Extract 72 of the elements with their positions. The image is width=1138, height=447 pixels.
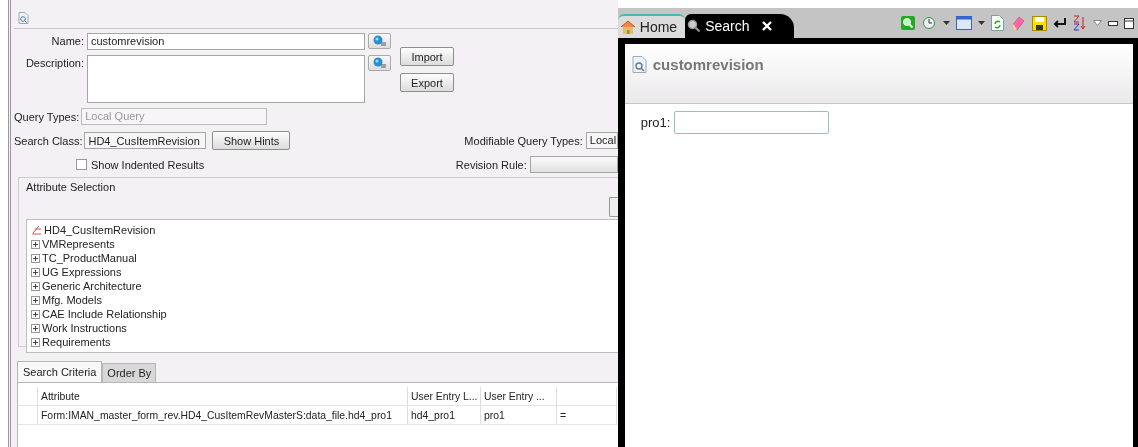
side-button[interactable] <box>608 197 618 217</box>
globe-icon <box>372 57 387 69</box>
tree-item[interactable]: TC_ProductManual <box>42 252 137 264</box>
query-types-label: Query Types: <box>14 110 80 123</box>
tree-item[interactable]: Mfg. Models <box>42 294 102 306</box>
lookup-button[interactable] <box>368 33 391 49</box>
globe-icon <box>372 35 387 47</box>
expand-icon[interactable] <box>31 295 40 305</box>
tree-item[interactable]: Generic Architecture <box>42 280 142 292</box>
tree-item[interactable]: CAE Include Relationship <box>42 308 167 320</box>
expand-icon[interactable] <box>31 337 40 347</box>
view-tab[interactable]: Home <box>617 14 686 38</box>
column-header: User Entry ... <box>481 387 557 405</box>
return-arrow-icon[interactable] <box>1053 17 1067 29</box>
search-class-field[interactable]: HD4_CusItemRevision <box>84 132 207 149</box>
query-icon <box>631 56 647 73</box>
tab[interactable]: Order By <box>102 363 157 382</box>
expand-icon[interactable] <box>31 309 40 319</box>
minimize-icon[interactable] <box>1108 20 1118 26</box>
view-menu-icon[interactable] <box>1093 20 1102 26</box>
maximize-icon[interactable] <box>1124 17 1134 29</box>
expand-icon[interactable] <box>31 267 40 277</box>
search-class-label: Search Class: <box>14 134 83 147</box>
group-title: Attribute Selection <box>26 181 117 193</box>
checkbox[interactable] <box>76 159 87 170</box>
dropdown-icon[interactable] <box>943 21 950 25</box>
tree-item[interactable]: HD4_CusItemRevision <box>44 224 156 236</box>
close-icon <box>761 21 772 31</box>
tab[interactable]: Search Criteria <box>17 361 103 382</box>
lookup-button[interactable] <box>368 55 391 71</box>
column-header: User Entry L... <box>408 387 481 405</box>
description-field[interactable] <box>87 55 365 103</box>
modifiable-query-types-field[interactable]: Local <box>585 132 618 149</box>
export-button[interactable]: Export <box>400 73 454 92</box>
search-icon <box>687 19 702 33</box>
save-icon[interactable] <box>1032 15 1047 31</box>
name-label: Name: <box>50 34 84 47</box>
name-field[interactable]: customrevision <box>87 33 365 50</box>
revision-rule-label: Revision Rule: <box>455 158 527 171</box>
column-header: Attribute <box>38 387 408 405</box>
sort-icon[interactable] <box>1073 15 1087 31</box>
tree-item[interactable]: Requirements <box>42 336 111 348</box>
window-icon[interactable] <box>956 16 972 30</box>
expand-icon[interactable] <box>31 323 40 333</box>
view-title: customrevision <box>652 56 764 73</box>
field-label: pro1: <box>640 115 671 130</box>
import-button[interactable]: Import <box>400 47 454 66</box>
checkbox-label: Show Indented Results <box>91 158 205 171</box>
expand-icon[interactable] <box>31 281 40 291</box>
table-cell: pro1 <box>481 406 557 424</box>
clock-icon[interactable] <box>922 15 937 31</box>
tree-item[interactable]: VMRepresents <box>42 238 115 250</box>
tree-item[interactable]: Work Instructions <box>42 322 127 334</box>
search-icon[interactable] <box>900 15 916 31</box>
tree-item[interactable]: UG Expressions <box>42 266 122 278</box>
class-icon <box>31 225 42 235</box>
table-cell: hd4_pro1 <box>408 406 481 424</box>
table-cell: Form:IMAN_master_form_rev.HD4_CusItemRevMasterS:data_file.hd4_pro1 <box>38 406 408 424</box>
search-class-value: HD4_CusItemRevision <box>88 134 200 147</box>
query-icon <box>18 12 29 24</box>
refresh-icon[interactable] <box>991 15 1004 31</box>
expand-icon[interactable] <box>31 253 40 263</box>
house-icon <box>619 19 636 35</box>
expand-icon[interactable] <box>31 239 40 249</box>
table-cell: = <box>557 406 617 424</box>
query-types-field: Local Query <box>81 108 268 125</box>
view-tab[interactable]: Search <box>685 14 794 38</box>
description-label: Description: <box>24 56 84 69</box>
dropdown-icon[interactable] <box>978 21 985 25</box>
input-field[interactable] <box>674 111 830 134</box>
show-hints-button[interactable]: Show Hints <box>212 131 291 150</box>
modifiable-query-types-label: Modifiable Query Types: <box>464 134 583 147</box>
